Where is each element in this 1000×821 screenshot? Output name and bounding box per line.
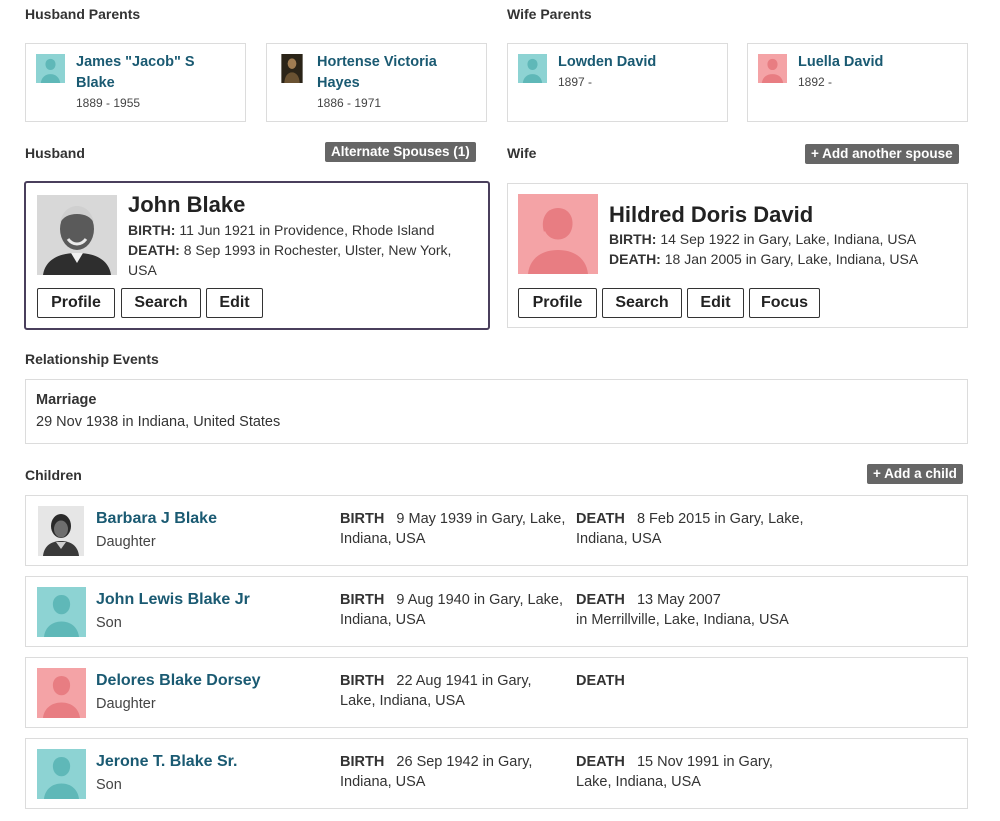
birth-label: BIRTH (340, 592, 385, 608)
wife-search-button[interactable]: Search (602, 288, 682, 318)
child-death: DEATH 15 Nov 1991 in Gary, Lake, Indiana… (576, 752, 956, 792)
husband-search-button[interactable]: Search (121, 288, 201, 318)
child-row[interactable]: Jerone T. Blake Sr. Son BIRTH 26 Sep 194… (25, 738, 968, 809)
child-relation: Daughter (96, 534, 156, 550)
husband-father-dates: 1889 - 1955 (76, 96, 141, 110)
birth-label: BIRTH: (609, 231, 657, 247)
wife-label: Wife (507, 145, 537, 161)
death-label: DEATH (576, 754, 625, 770)
birth-label: BIRTH (340, 511, 385, 527)
husband-card[interactable]: John Blake BIRTH: 11 Jun 1921 in Provide… (24, 181, 490, 330)
child-birth-line2: Indiana, USA (340, 531, 426, 547)
child-photo (38, 506, 84, 556)
wife-profile-button[interactable]: Profile (518, 288, 597, 318)
birth-label: BIRTH: (128, 222, 176, 238)
male-silhouette-icon (36, 54, 65, 83)
wife-birth: BIRTH: 14 Sep 1922 in Gary, Lake, Indian… (609, 229, 959, 249)
child-birth-line1: 26 Sep 1942 in Gary, (396, 754, 533, 770)
husband-photo (37, 195, 117, 275)
male-silhouette-icon (518, 54, 547, 83)
wife-focus-button[interactable]: Focus (749, 288, 820, 318)
female-silhouette-icon (37, 668, 86, 718)
child-birth: BIRTH 9 May 1939 in Gary, Lake, Indiana,… (340, 509, 570, 549)
marriage-event-card[interactable]: Marriage 29 Nov 1938 in Indiana, United … (25, 379, 968, 444)
husband-name: John Blake (128, 192, 246, 217)
child-relation: Son (96, 777, 122, 793)
child-death: DEATH 13 May 2007 in Merrillville, Lake,… (576, 590, 956, 630)
wife-father-name[interactable]: Lowden David (558, 52, 718, 73)
husband-birth-value: 11 Jun 1921 in Providence, Rhode Island (179, 222, 435, 238)
child-name[interactable]: Delores Blake Dorsey (96, 672, 261, 690)
child-birth-line2: Indiana, USA (340, 774, 426, 790)
event-detail: 29 Nov 1938 in Indiana, United States (36, 414, 281, 430)
child-name[interactable]: Barbara J Blake (96, 510, 217, 528)
wife-birth-value: 14 Sep 1922 in Gary, Lake, Indiana, USA (660, 231, 917, 247)
female-silhouette-icon (758, 54, 787, 83)
husband-mother-card[interactable]: Hortense Victoria Hayes 1886 - 1971 (266, 43, 487, 122)
husband-parents-label: Husband Parents (25, 6, 141, 22)
child-birth-line1: 9 May 1939 in Gary, Lake, (396, 511, 566, 527)
wife-card[interactable]: Hildred Doris David BIRTH: 14 Sep 1922 i… (507, 183, 968, 328)
alternate-spouses-button[interactable]: Alternate Spouses (1) (325, 142, 476, 162)
child-birth-line2: Indiana, USA (340, 612, 426, 628)
wife-death: DEATH: 18 Jan 2005 in Gary, Lake, Indian… (609, 249, 959, 269)
male-silhouette-icon (37, 749, 86, 799)
husband-death: DEATH: 8 Sep 1993 in Rochester, Ulster, … (128, 240, 473, 280)
child-death-line2: Lake, Indiana, USA (576, 774, 701, 790)
event-title: Marriage (36, 392, 97, 408)
child-death-line1: 13 May 2007 (636, 592, 721, 608)
death-label: DEATH (576, 592, 625, 608)
husband-mother-name[interactable]: Hortense Victoria Hayes (317, 52, 477, 94)
female-silhouette-icon (518, 194, 598, 274)
add-child-button[interactable]: + Add a child (867, 464, 963, 484)
child-birth: BIRTH 9 Aug 1940 in Gary, Lake, Indiana,… (340, 590, 570, 630)
husband-profile-button[interactable]: Profile (37, 288, 115, 318)
add-another-spouse-button[interactable]: + Add another spouse (805, 144, 959, 164)
relationship-events-label: Relationship Events (25, 351, 159, 367)
child-row[interactable]: Delores Blake Dorsey Daughter BIRTH 22 A… (25, 657, 968, 728)
death-label: DEATH: (128, 242, 180, 258)
child-birth-line1: 22 Aug 1941 in Gary, (396, 673, 532, 689)
child-death-line2: in Merrillville, Lake, Indiana, USA (576, 612, 789, 628)
child-relation: Son (96, 615, 122, 631)
death-label: DEATH (576, 511, 625, 527)
child-death-line2: Indiana, USA (576, 531, 662, 547)
husband-birth: BIRTH: 11 Jun 1921 in Providence, Rhode … (128, 220, 473, 240)
children-label: Children (25, 467, 82, 483)
wife-mother-name[interactable]: Luella David (798, 52, 958, 73)
husband-label: Husband (25, 145, 85, 161)
child-death: DEATH 8 Feb 2015 in Gary, Lake, Indiana,… (576, 509, 956, 549)
wife-mother-card[interactable]: Luella David 1892 - (747, 43, 968, 122)
child-name[interactable]: John Lewis Blake Jr (96, 591, 250, 609)
death-label: DEATH: (609, 251, 661, 267)
death-label: DEATH (576, 673, 625, 689)
wife-mother-dates: 1892 - (798, 75, 833, 89)
child-birth: BIRTH 22 Aug 1941 in Gary, Lake, Indiana… (340, 671, 570, 711)
wife-death-value: 18 Jan 2005 in Gary, Lake, Indiana, USA (664, 251, 919, 267)
husband-edit-button[interactable]: Edit (206, 288, 263, 318)
child-row[interactable]: Barbara J Blake Daughter BIRTH 9 May 193… (25, 495, 968, 566)
wife-parents-label: Wife Parents (507, 6, 592, 22)
male-silhouette-icon (37, 587, 86, 637)
child-death: DEATH (576, 671, 956, 691)
child-birth-line2: Lake, Indiana, USA (340, 693, 465, 709)
birth-label: BIRTH (340, 754, 385, 770)
husband-mother-dates: 1886 - 1971 (317, 96, 382, 110)
child-row[interactable]: John Lewis Blake Jr Son BIRTH 9 Aug 1940… (25, 576, 968, 647)
wife-name: Hildred Doris David (609, 202, 814, 227)
child-birth: BIRTH 26 Sep 1942 in Gary, Indiana, USA (340, 752, 570, 792)
husband-father-name[interactable]: James "Jacob" S Blake (76, 52, 236, 94)
child-death-line1: 15 Nov 1991 in Gary, (636, 754, 773, 770)
child-death-line1: 8 Feb 2015 in Gary, Lake, (636, 511, 804, 527)
husband-father-card[interactable]: James "Jacob" S Blake 1889 - 1955 (25, 43, 246, 122)
wife-father-card[interactable]: Lowden David 1897 - (507, 43, 728, 122)
mother-photo (281, 54, 303, 83)
child-birth-line1: 9 Aug 1940 in Gary, Lake, (396, 592, 564, 608)
wife-father-dates: 1897 - (558, 75, 593, 89)
birth-label: BIRTH (340, 673, 385, 689)
wife-edit-button[interactable]: Edit (687, 288, 744, 318)
child-relation: Daughter (96, 696, 156, 712)
child-name[interactable]: Jerone T. Blake Sr. (96, 753, 237, 771)
